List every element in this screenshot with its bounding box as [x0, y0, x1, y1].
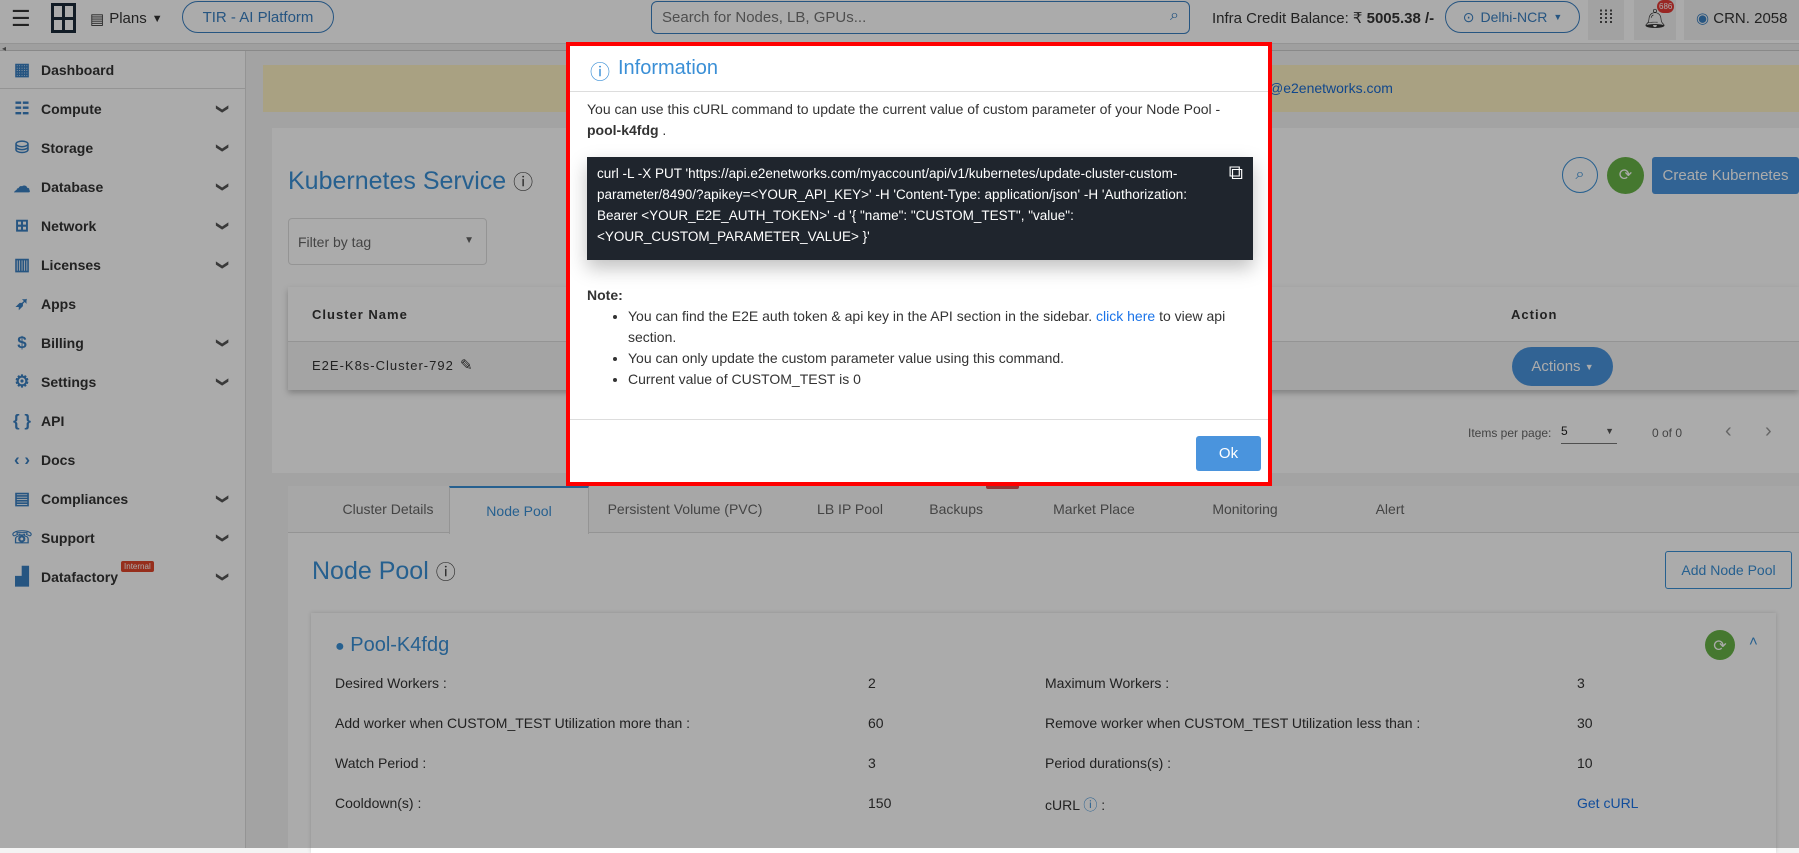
note-item: Current value of CUSTOM_TEST is 0: [628, 369, 1240, 390]
curl-code-block: curl -L -X PUT 'https://api.e2enetworks.…: [587, 157, 1253, 260]
note-item: You can find the E2E auth token & api ke…: [628, 306, 1240, 348]
intro-text: You can use this cURL command to update …: [587, 101, 1221, 117]
click-here-link[interactable]: click here: [1096, 308, 1155, 324]
information-dialog: ⓘ Information You can use this cURL comm…: [566, 42, 1272, 486]
dialog-footer-divider: [570, 419, 1268, 420]
note-list: You can find the E2E auth token & api ke…: [610, 306, 1240, 390]
copy-icon[interactable]: ⧉: [1229, 163, 1243, 184]
note-item: You can only update the custom parameter…: [628, 348, 1240, 369]
info-icon: ⓘ: [590, 62, 610, 84]
dialog-title: Information: [618, 57, 719, 79]
dialog-intro: You can use this cURL command to update …: [587, 99, 1247, 141]
intro-end: .: [658, 122, 667, 138]
note-label: Note:: [587, 287, 623, 303]
note-text: You can find the E2E auth token & api ke…: [628, 308, 1093, 324]
dialog-header: ⓘ Information: [570, 46, 1268, 92]
curl-command[interactable]: curl -L -X PUT 'https://api.e2enetworks.…: [597, 166, 1187, 244]
ok-button[interactable]: Ok: [1196, 436, 1261, 471]
pool-name: pool-k4fdg: [587, 122, 659, 138]
